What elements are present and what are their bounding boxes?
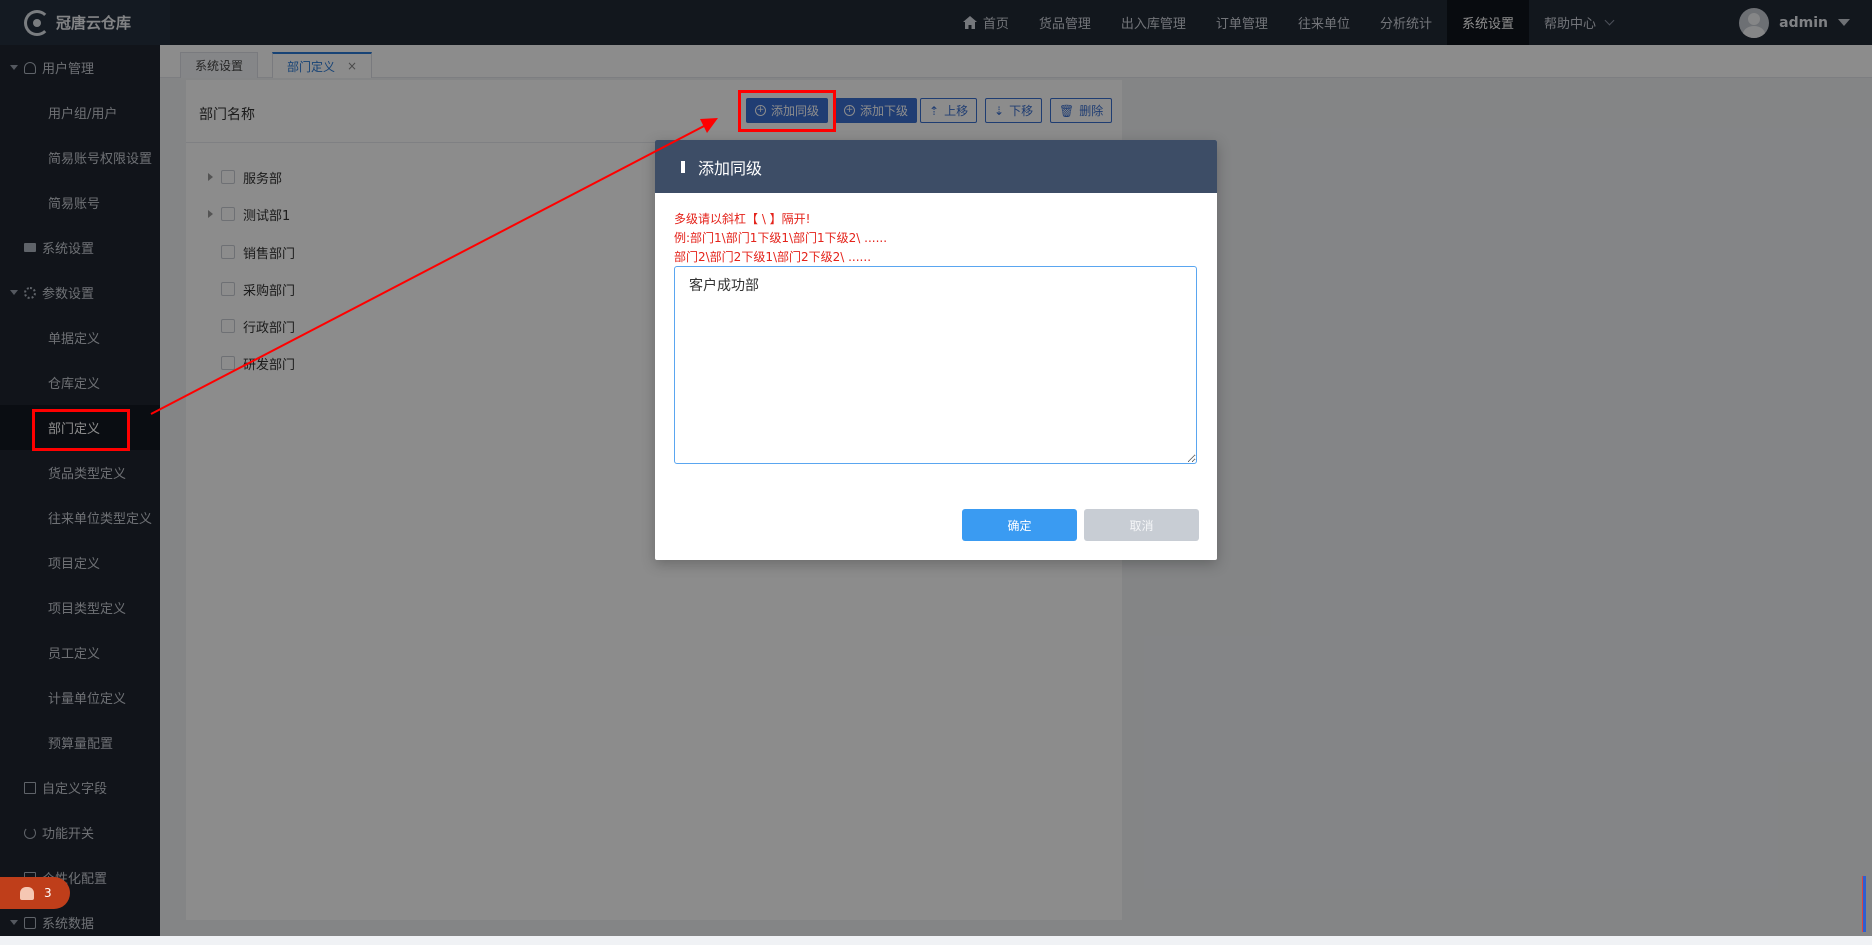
dialog-header: 添加同级 bbox=[655, 140, 1217, 193]
department-name-input[interactable]: 客户成功部 bbox=[674, 266, 1197, 464]
scrollbar[interactable] bbox=[1862, 876, 1866, 932]
add-sibling-dialog: 添加同级 多级请以斜杠【 \ 】隔开! 例:部门1\部门1下级1\部门1下级2\… bbox=[655, 140, 1217, 560]
cancel-button[interactable]: 取消 bbox=[1084, 509, 1199, 541]
hint-line: 例:部门1\部门1下级1\部门1下级2\ ...... bbox=[674, 231, 888, 245]
hint-line: 多级请以斜杠【 \ 】隔开! bbox=[674, 212, 811, 226]
dialog-title: 添加同级 bbox=[698, 158, 763, 178]
bell-icon bbox=[20, 886, 34, 900]
title-bar-mark bbox=[681, 160, 685, 173]
highlight-department-definition bbox=[32, 409, 130, 451]
highlight-add-sibling bbox=[738, 90, 836, 132]
hint-line: 部门2\部门2下级1\部门2下级2\ ...... bbox=[674, 250, 872, 264]
notification-count: 3 bbox=[44, 886, 52, 900]
confirm-button[interactable]: 确定 bbox=[962, 509, 1077, 541]
notification-badge[interactable]: 3 bbox=[0, 877, 70, 909]
